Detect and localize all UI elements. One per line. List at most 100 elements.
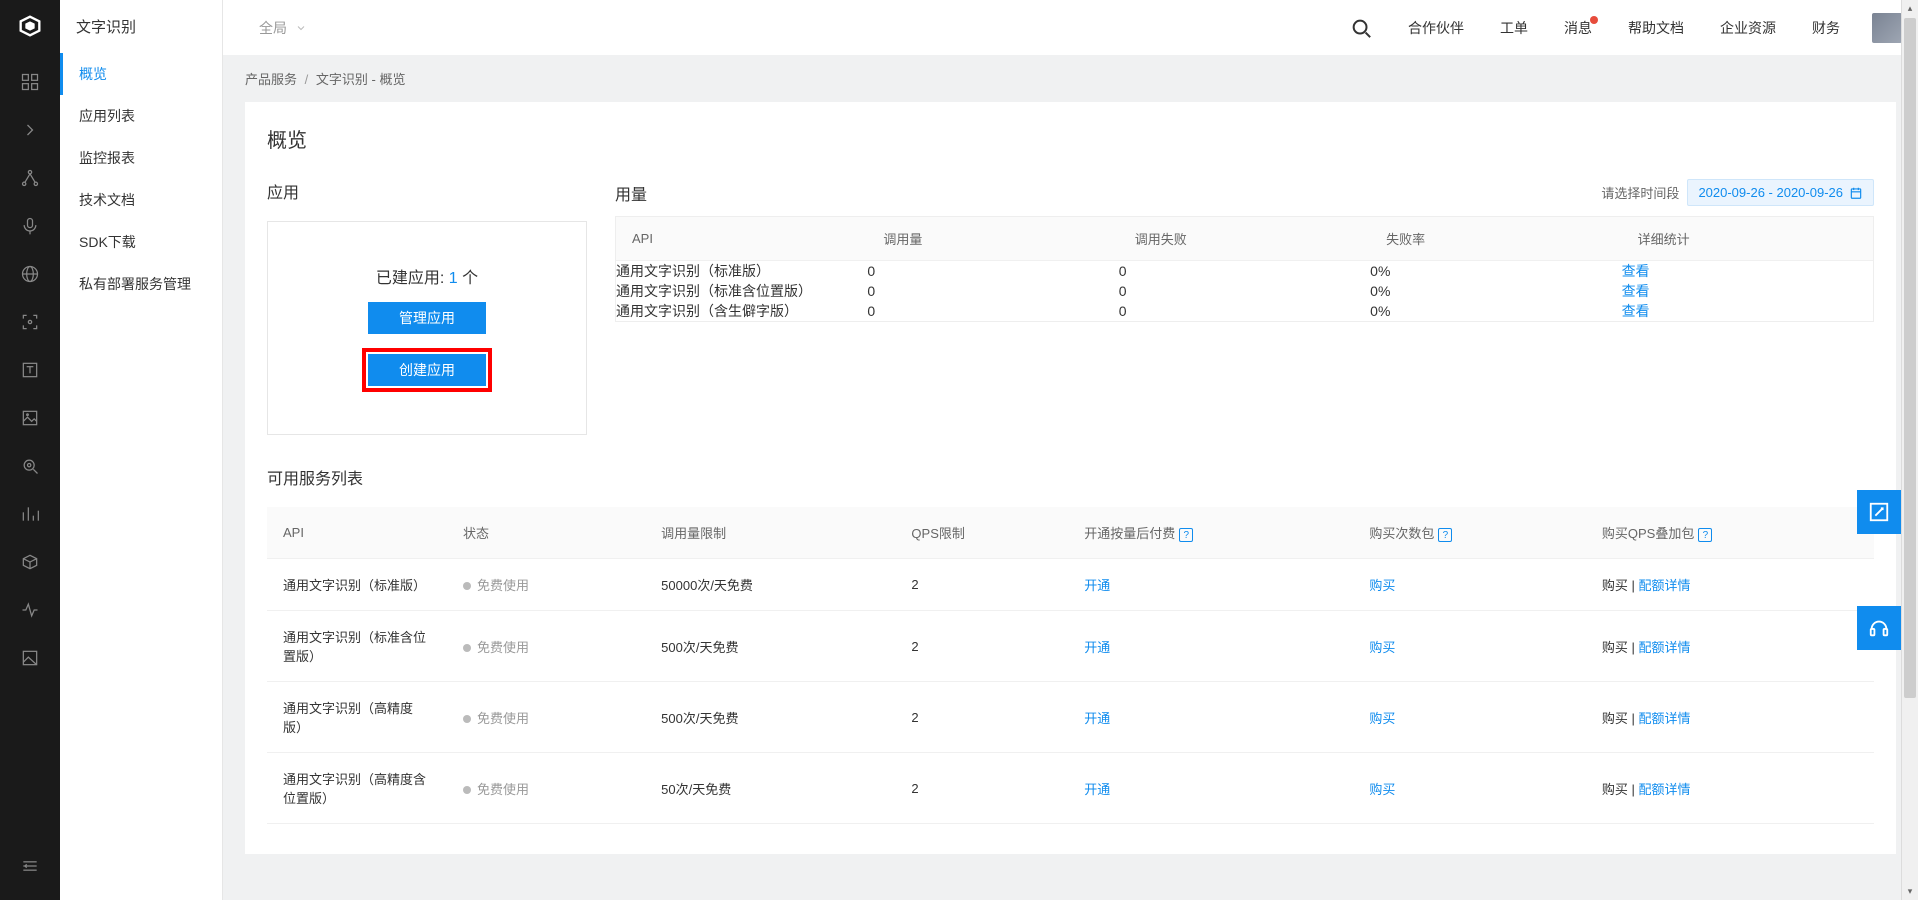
cell-api: 通用文字识别（含生僻字版）	[616, 301, 867, 321]
topbar-message[interactable]: 消息	[1560, 14, 1596, 42]
cell-svc-buycount: 购买	[1353, 611, 1586, 682]
status-dot-icon	[463, 644, 471, 652]
topbar-partner[interactable]: 合作伙伴	[1404, 14, 1468, 42]
detail-link[interactable]: 查看	[1622, 283, 1650, 299]
sidebar-item-docs[interactable]: 技术文档	[60, 179, 222, 221]
rail-dashboard-icon[interactable]	[0, 58, 60, 106]
button-label: 创建应用	[399, 360, 455, 380]
table-row: 通用文字识别（高精度版）免费使用500次/天免费2开通购买购买 | 配额详情	[267, 682, 1874, 753]
app-count-value: 1	[449, 270, 458, 287]
table-row: 通用文字识别（标准版）免费使用50000次/天免费2开通购买购买 | 配额详情	[267, 559, 1874, 611]
help-icon[interactable]: ?	[1698, 528, 1712, 542]
sidebar-item-label: SDK下载	[79, 232, 136, 252]
rail-nodes-icon[interactable]	[0, 154, 60, 202]
rail-globe-icon[interactable]	[0, 250, 60, 298]
quota-detail-link[interactable]: 配额详情	[1639, 711, 1691, 726]
status-dot-icon	[463, 715, 471, 723]
rail-scan-icon[interactable]	[0, 298, 60, 346]
help-icon[interactable]: ?	[1438, 528, 1452, 542]
rail-picture-icon[interactable]	[0, 634, 60, 682]
calendar-icon	[1849, 186, 1863, 200]
rail-chart-icon[interactable]	[0, 490, 60, 538]
breadcrumb-root[interactable]: 产品服务	[245, 72, 297, 87]
topbar-finance[interactable]: 财务	[1808, 14, 1844, 42]
cell-calls: 0	[867, 301, 1118, 321]
float-edit-button[interactable]	[1857, 490, 1901, 534]
sidebar-item-private-deploy[interactable]: 私有部署服务管理	[60, 263, 222, 305]
scope-selector[interactable]: 全局	[249, 12, 317, 44]
cell-svc-status: 免费使用	[447, 753, 645, 824]
rail-chevron-right-icon[interactable]	[0, 106, 60, 154]
create-app-button[interactable]: 创建应用	[368, 354, 486, 386]
topbar: 全局 合作伙伴 工单 消息 帮助文档 企业资源 财务	[223, 0, 1918, 55]
icon-rail	[0, 0, 60, 900]
rail-cube-icon[interactable]	[0, 538, 60, 586]
cell-svc-buycount: 购买	[1353, 559, 1586, 611]
cell-svc-api: 通用文字识别（标准版）	[267, 559, 447, 611]
detail-link[interactable]: 查看	[1622, 303, 1650, 319]
breadcrumb: 产品服务 / 文字识别 - 概览	[223, 55, 1918, 102]
rail-activity-icon[interactable]	[0, 586, 60, 634]
app-count: 已建应用: 1 个	[376, 264, 478, 288]
rail-search-icon[interactable]	[0, 442, 60, 490]
detail-link[interactable]: 查看	[1622, 263, 1650, 279]
rail-image-icon[interactable]	[0, 394, 60, 442]
search-icon	[1350, 17, 1372, 39]
open-link[interactable]: 开通	[1084, 782, 1110, 797]
usage-table-body[interactable]: 通用文字识别（标准版）000%查看通用文字识别（标准含位置版）000%查看通用文…	[616, 261, 1873, 321]
topbar-label: 合作伙伴	[1408, 18, 1464, 38]
sidebar-item-monitor[interactable]: 监控报表	[60, 137, 222, 179]
buy-link[interactable]: 购买	[1369, 578, 1395, 593]
sidebar-item-overview[interactable]: 概览	[60, 53, 222, 95]
rail-collapse-icon[interactable]	[0, 842, 60, 890]
topbar-label: 帮助文档	[1628, 18, 1684, 38]
avatar[interactable]	[1872, 13, 1902, 43]
buy-link[interactable]: 购买	[1369, 782, 1395, 797]
sidebar-item-label: 私有部署服务管理	[79, 274, 191, 294]
cell-svc-qps: 2	[895, 611, 1068, 682]
cell-svc-buyqps: 购买 | 配额详情	[1586, 753, 1874, 824]
topbar-enterprise[interactable]: 企业资源	[1716, 14, 1780, 42]
sidebar-item-apps[interactable]: 应用列表	[60, 95, 222, 137]
cell-fail: 0	[1119, 281, 1370, 301]
buy-link[interactable]: 购买	[1369, 711, 1395, 726]
cell-calls: 0	[867, 281, 1118, 301]
scope-label: 全局	[259, 18, 287, 38]
manage-app-button[interactable]: 管理应用	[368, 302, 486, 334]
float-support-button[interactable]	[1857, 606, 1901, 650]
quota-detail-link[interactable]: 配额详情	[1639, 578, 1691, 593]
cell-svc-api: 通用文字识别（高精度含位置版）	[267, 753, 447, 824]
button-label: 管理应用	[399, 308, 455, 328]
cell-fail: 0	[1119, 301, 1370, 321]
headset-icon	[1868, 617, 1890, 639]
window-scrollbar[interactable]: ▴ ▾	[1901, 0, 1918, 900]
date-range-picker[interactable]: 2020-09-26 - 2020-09-26	[1687, 179, 1874, 206]
topbar-help[interactable]: 帮助文档	[1624, 14, 1688, 42]
quota-detail-link[interactable]: 配额详情	[1639, 640, 1691, 655]
rail-text-icon[interactable]	[0, 346, 60, 394]
col-fail: 调用失败	[1119, 217, 1370, 261]
col-detail: 详细统计	[1622, 217, 1873, 261]
cell-svc-quota: 50次/天免费	[645, 753, 895, 824]
open-link[interactable]: 开通	[1084, 640, 1110, 655]
quota-detail-link[interactable]: 配额详情	[1639, 782, 1691, 797]
open-link[interactable]: 开通	[1084, 711, 1110, 726]
cell-svc-qps: 2	[895, 753, 1068, 824]
cell-svc-postpay: 开通	[1068, 611, 1353, 682]
help-icon[interactable]: ?	[1179, 528, 1193, 542]
create-highlight: 创建应用	[362, 348, 492, 392]
app-count-suffix: 个	[458, 270, 478, 287]
cell-rate: 0%	[1370, 261, 1621, 281]
col-svc-quota: 调用量限制	[645, 507, 895, 559]
topbar-label: 工单	[1500, 18, 1528, 38]
rail-mic-icon[interactable]	[0, 202, 60, 250]
date-range-value: 2020-09-26 - 2020-09-26	[1698, 185, 1843, 200]
cell-svc-buyqps: 购买 | 配额详情	[1586, 559, 1874, 611]
open-link[interactable]: 开通	[1084, 578, 1110, 593]
buy-link[interactable]: 购买	[1369, 640, 1395, 655]
topbar-search[interactable]	[1346, 13, 1376, 43]
sidebar-item-sdk[interactable]: SDK下载	[60, 221, 222, 263]
table-row: 通用文字识别（标准含位置版）000%查看	[616, 281, 1873, 301]
cell-detail: 查看	[1622, 261, 1873, 281]
topbar-ticket[interactable]: 工单	[1496, 14, 1532, 42]
